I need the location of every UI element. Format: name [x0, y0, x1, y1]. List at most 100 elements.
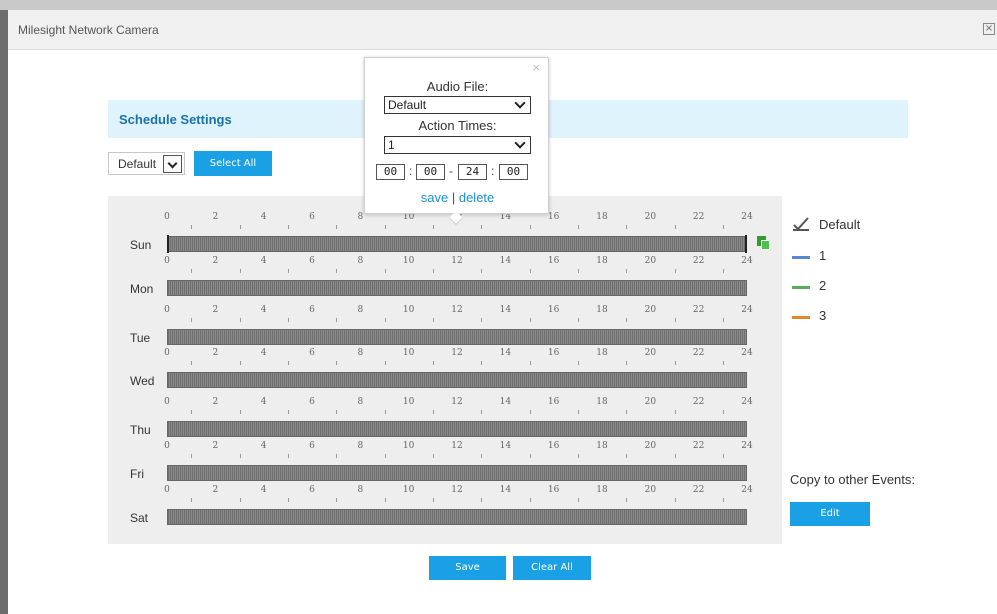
tick-label: 2 — [212, 441, 219, 451]
tick-label: 22 — [692, 485, 705, 495]
schedule-bar[interactable] — [167, 236, 747, 252]
tick-label: 20 — [644, 485, 657, 495]
close-icon[interactable]: × — [983, 23, 995, 35]
tick-label: 6 — [309, 441, 315, 451]
tick-label: 8 — [357, 397, 364, 407]
chevron-down-icon[interactable] — [163, 155, 182, 173]
schedule-template-select[interactable]: Default — [108, 152, 185, 175]
popup-separator: | — [451, 190, 456, 205]
copy-icon[interactable] — [757, 236, 770, 250]
copy-to-events-label: Copy to other Events: — [790, 472, 916, 487]
schedule-bar[interactable] — [167, 372, 747, 388]
tick-label: 22 — [692, 256, 705, 266]
legend-swatch — [792, 316, 810, 319]
legend-swatch — [792, 256, 810, 259]
start-hour-input[interactable]: 00 — [376, 164, 405, 180]
tick-label: 4 — [260, 441, 267, 451]
schedule-bar[interactable] — [167, 509, 747, 525]
tick-marks — [167, 225, 747, 229]
tick-marks — [167, 498, 747, 502]
tick-label: 2 — [212, 397, 219, 407]
tick-label: 14 — [499, 305, 512, 315]
end-minute-input[interactable]: 00 — [499, 164, 528, 180]
tick-label: 16 — [547, 397, 560, 407]
tick-marks — [167, 454, 747, 458]
legend-label: 1 — [819, 248, 827, 263]
range-end-handle[interactable] — [745, 235, 747, 253]
chevron-down-icon — [514, 97, 526, 109]
tick-label: 8 — [357, 305, 364, 315]
tick-label: 4 — [260, 348, 267, 358]
tick-label: 4 — [260, 485, 267, 495]
tick-label: 22 — [692, 348, 705, 358]
select-all-button[interactable]: Select All — [194, 151, 272, 176]
tick-label: 20 — [644, 212, 657, 222]
tick-label: 16 — [547, 441, 560, 451]
day-label: Tue — [130, 331, 151, 345]
tick-label: 0 — [164, 441, 170, 451]
schedule-bar[interactable] — [167, 421, 747, 437]
tick-label: 6 — [309, 485, 315, 495]
tick-label: 22 — [692, 397, 705, 407]
tick-label: 6 — [309, 256, 315, 266]
day-label: Mon — [130, 282, 154, 296]
time-colon: : — [409, 164, 413, 178]
tick-label: 2 — [212, 485, 219, 495]
audio-file-select[interactable]: Default — [384, 96, 531, 114]
action-times-label: Action Times: — [418, 118, 497, 133]
tick-label: 12 — [451, 441, 463, 451]
tick-label: 18 — [596, 305, 608, 315]
range-start-handle[interactable] — [167, 235, 169, 253]
end-hour-input[interactable]: 24 — [458, 164, 487, 180]
audio-file-label: Audio File: — [426, 79, 489, 94]
chevron-down-icon — [514, 137, 526, 149]
tick-label: 10 — [402, 485, 415, 495]
schedule-row-fri: 0 2 4 6 8 10 12 14 16 18 20 22 24 Fri — [108, 441, 782, 489]
schedule-bar[interactable] — [167, 329, 747, 345]
popup-actions: save | delete — [365, 190, 550, 205]
tick-label: 14 — [499, 348, 512, 358]
tick-label: 14 — [499, 256, 512, 266]
popup-close-icon[interactable]: × — [532, 61, 541, 74]
tick-label: 6 — [309, 397, 315, 407]
legend-label: Default — [819, 217, 861, 232]
clear-all-button[interactable]: Clear All — [513, 556, 591, 580]
audio-file-value: Default — [388, 98, 427, 112]
tick-label: 2 — [212, 305, 219, 315]
tick-label: 14 — [499, 485, 512, 495]
tick-label: 8 — [357, 441, 364, 451]
tick-label: 18 — [596, 256, 608, 266]
tick-label: 16 — [547, 305, 560, 315]
popup-delete-link[interactable]: delete — [459, 190, 494, 205]
schedule-row-tue: 0 2 4 6 8 10 12 14 16 18 20 22 24 Tue — [108, 305, 782, 353]
tick-label: 14 — [499, 441, 512, 451]
tick-label: 16 — [547, 485, 560, 495]
time-dash: - — [449, 164, 453, 178]
action-times-select[interactable]: 1 — [384, 136, 531, 154]
tick-marks — [167, 361, 747, 365]
app-window: Milesight Network Camera × Schedule Sett… — [0, 0, 997, 614]
tick-label: 18 — [596, 485, 608, 495]
tick-label: 8 — [357, 256, 364, 266]
tick-label: 24 — [741, 485, 753, 495]
title-bar: Milesight Network Camera × — [8, 10, 997, 50]
tick-label: 24 — [741, 212, 753, 222]
tick-label: 24 — [741, 305, 753, 315]
schedule-bar[interactable] — [167, 465, 747, 481]
day-label: Thu — [130, 423, 151, 437]
tick-label: 0 — [164, 397, 170, 407]
save-button[interactable]: Save — [429, 556, 506, 580]
tick-label: 18 — [596, 397, 608, 407]
edit-button[interactable]: Edit — [790, 502, 870, 526]
tick-label: 0 — [164, 305, 170, 315]
tick-label: 0 — [164, 212, 170, 222]
start-minute-input[interactable]: 00 — [416, 164, 445, 180]
schedule-bar[interactable] — [167, 280, 747, 296]
popup-save-link[interactable]: save — [421, 190, 448, 205]
tick-label: 12 — [451, 305, 463, 315]
action-popup: × Audio File: Default Action Times: 1 00… — [364, 57, 550, 226]
tick-marks — [167, 318, 747, 322]
tick-label: 24 — [741, 441, 753, 451]
window-title: Milesight Network Camera — [18, 23, 159, 37]
tick-label: 22 — [692, 441, 705, 451]
